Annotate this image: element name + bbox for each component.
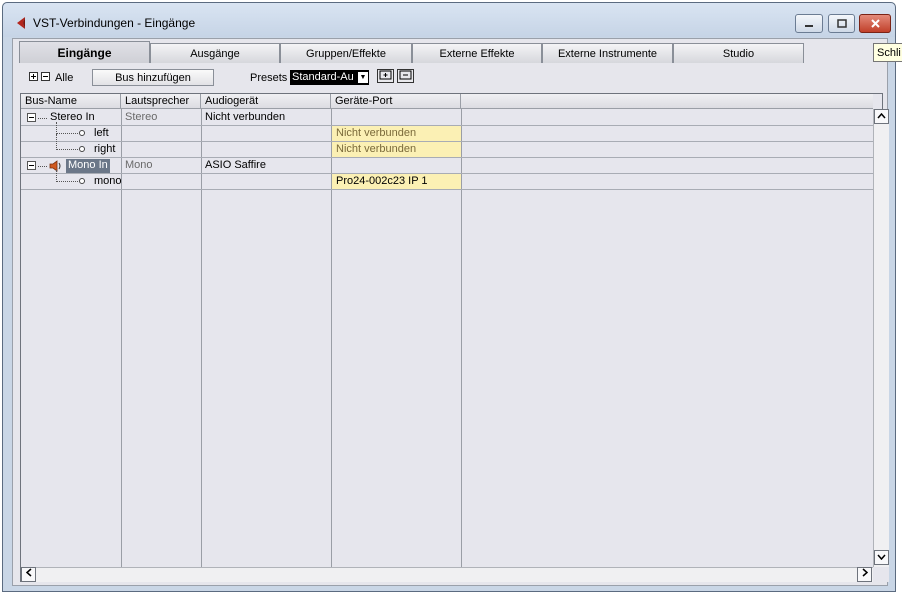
tab-eingaenge[interactable]: Eingänge [19,41,150,63]
scroll-right-button[interactable] [857,567,872,582]
presets-label: Presets [250,72,288,84]
close-icon [870,19,880,28]
preset-add-icon [379,70,392,80]
table-row-left[interactable]: left Nicht verbunden [21,122,873,142]
chevron-down-icon: ▼ [358,72,368,83]
device-cell[interactable]: Nicht verbunden [201,110,285,125]
vst-connections-window: VST-Verbindungen - Eingänge Eingänge Aus… [2,2,896,592]
chevron-up-icon [877,112,886,119]
vertical-scrollbar[interactable] [873,109,889,567]
collapse-icon[interactable] [27,113,36,122]
table-row-stereo-in[interactable]: Stereo In Stereo Nicht verbunden [21,110,873,126]
all-label: Alle [55,72,74,84]
close-tooltip: Schli [873,43,902,62]
tree-connector [38,166,47,167]
bus-table: Bus-Name Lautsprecher Audiogerät Geräte-… [20,93,889,582]
channel-knob-icon [79,130,85,136]
chevron-down-icon [877,554,886,561]
store-preset-button[interactable] [377,69,394,83]
device-cell[interactable]: ASIO Saffire [201,158,266,173]
speaker-cell: Mono [125,159,153,171]
collapse-icon[interactable] [27,161,36,170]
scrollbar-corner [873,567,889,582]
tab-gruppen-effekte[interactable]: Gruppen/Effekte [280,43,412,63]
maximize-button[interactable] [828,14,855,33]
remove-preset-button[interactable] [397,69,414,83]
speaker-cell: Stereo [125,111,158,123]
port-cell[interactable]: Nicht verbunden [332,142,461,157]
chevron-left-icon [25,568,31,577]
channel-name: right [94,143,116,155]
window-title: VST-Verbindungen - Eingänge [33,16,196,30]
bus-name: Stereo In [50,111,95,123]
bus-name-selected[interactable]: Mono In [66,159,110,173]
channel-knob-icon [79,146,85,152]
column-geraete-port[interactable]: Geräte-Port [331,94,461,109]
horizontal-scrollbar[interactable] [21,567,873,582]
minimize-button[interactable] [795,14,823,33]
cubase-logo-icon [17,17,25,29]
maximize-icon [836,19,847,28]
tree-connector [56,149,78,150]
tree-connector [56,134,57,150]
scroll-left-button[interactable] [21,567,36,582]
connections-panel: Eingänge Ausgänge Gruppen/Effekte Extern… [12,38,889,586]
column-audiogeraet[interactable]: Audiogerät [201,94,331,109]
column-bus-name[interactable]: Bus-Name [21,94,121,109]
add-bus-button[interactable]: Bus hinzufügen [92,69,214,86]
title-bar[interactable]: VST-Verbindungen - Eingänge [3,3,895,37]
expand-all-icon[interactable] [29,72,38,81]
table-row-mono[interactable]: mono Pro24-002c23 IP 1 [21,170,873,190]
tab-externe-effekte[interactable]: Externe Effekte [412,43,542,63]
tab-studio[interactable]: Studio [673,43,804,63]
scroll-up-button[interactable] [874,109,889,124]
table-row-right[interactable]: right Nicht verbunden [21,134,873,158]
table-row-mono-in[interactable]: Mono In Mono ASIO Saffire [21,158,873,174]
toolbar: Alle Bus hinzufügen Presets Standard-Au … [13,65,887,89]
tree-connector [56,133,78,134]
presets-value: Standard-Au [292,71,354,83]
channel-name: left [94,127,109,139]
close-button[interactable] [859,14,891,33]
port-cell[interactable]: Pro24-002c23 IP 1 [332,174,461,189]
tree-connector [56,181,78,182]
preset-remove-icon [399,70,412,80]
collapse-all-icon[interactable] [41,72,50,81]
presets-dropdown[interactable]: Standard-Au ▼ [290,70,369,85]
tab-ausgaenge[interactable]: Ausgänge [150,43,280,63]
tab-bar: Eingänge Ausgänge Gruppen/Effekte Extern… [19,41,804,63]
tab-externe-instrumente[interactable]: Externe Instrumente [542,43,673,63]
chevron-right-icon [862,568,868,577]
channel-name: mono [94,175,122,187]
channel-knob-icon [79,178,85,184]
table-header: Bus-Name Lautsprecher Audiogerät Geräte-… [21,94,873,109]
scroll-down-button[interactable] [874,550,889,565]
minimize-icon [805,24,813,27]
column-lautsprecher[interactable]: Lautsprecher [121,94,201,109]
port-cell[interactable]: Nicht verbunden [332,126,461,141]
